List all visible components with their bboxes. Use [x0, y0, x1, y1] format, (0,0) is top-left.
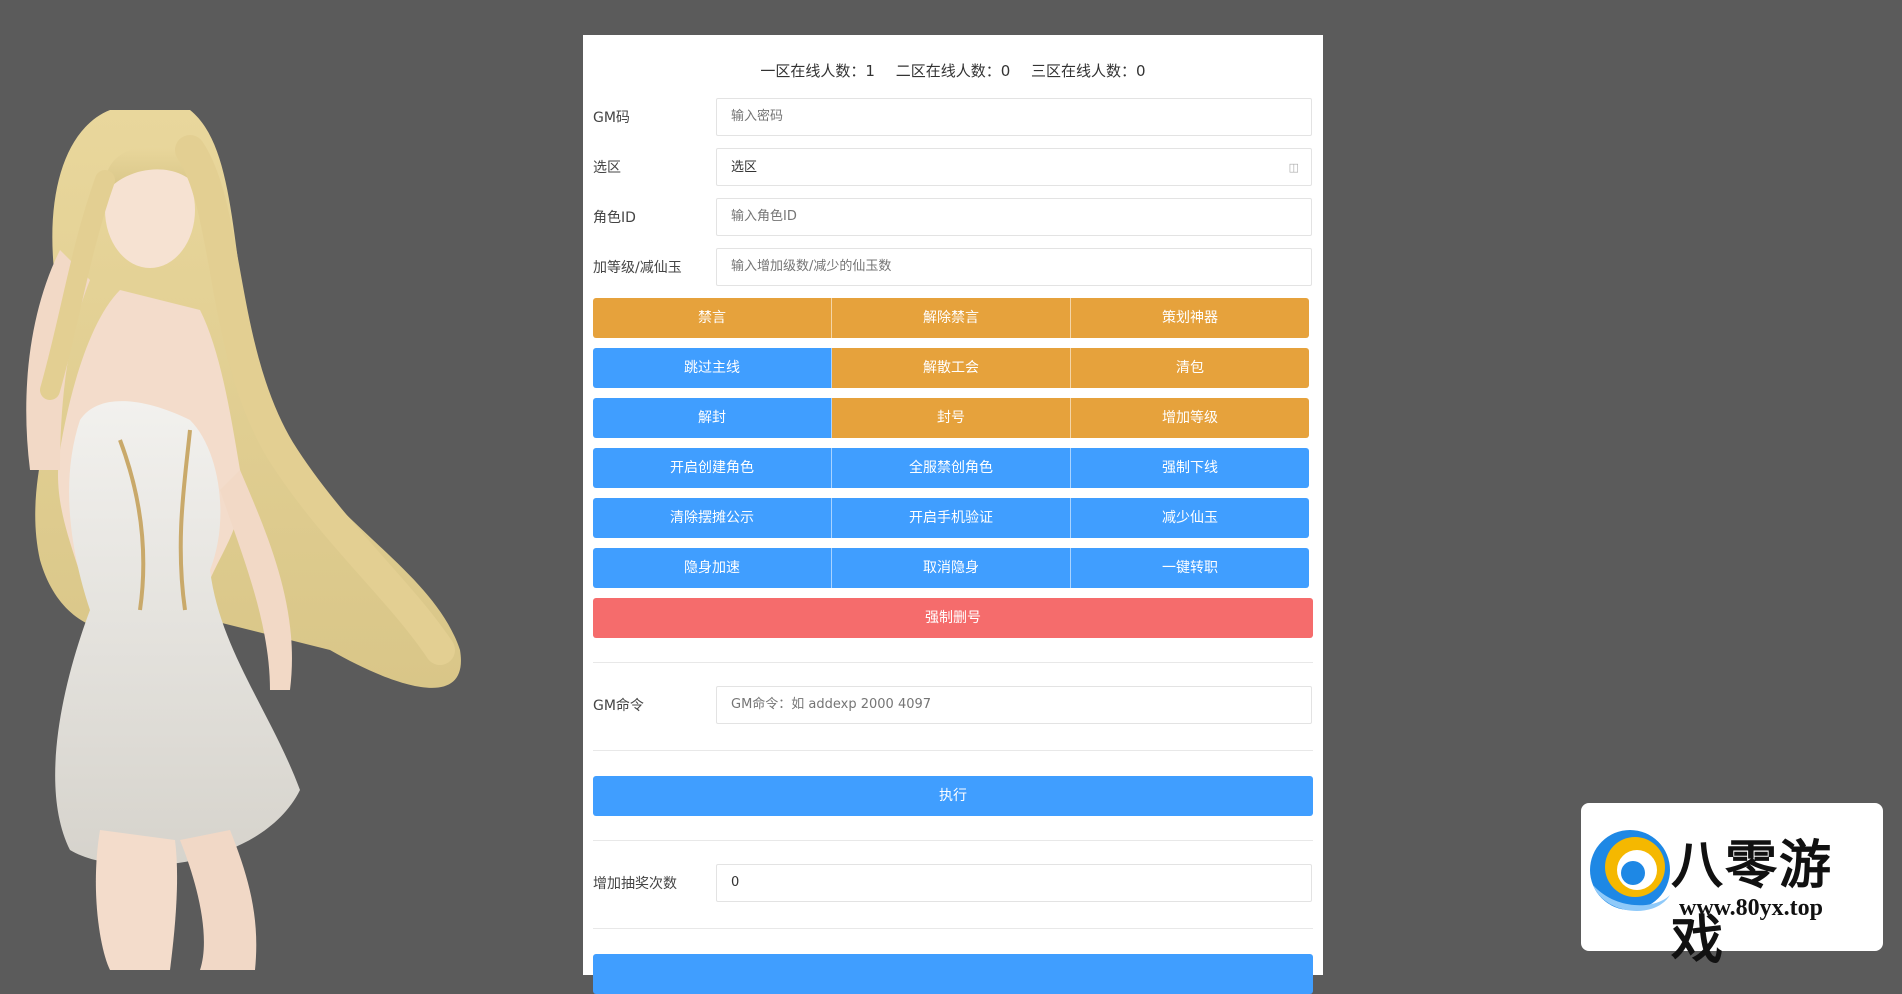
- level-input[interactable]: [716, 248, 1312, 286]
- swirl-logo-icon: [1590, 830, 1670, 912]
- lottery-row: 增加抽奖次数: [593, 864, 1313, 904]
- action-button[interactable]: 解封: [593, 398, 832, 438]
- button-row: 开启创建角色 全服禁创角色 强制下线: [593, 448, 1309, 488]
- lottery-input[interactable]: [716, 864, 1312, 902]
- action-button[interactable]: 封号: [832, 398, 1071, 438]
- zone1-online: 一区在线人数：1: [760, 62, 875, 80]
- action-button[interactable]: 强制下线: [1071, 448, 1309, 488]
- action-button[interactable]: 解除禁言: [832, 298, 1071, 338]
- action-button[interactable]: 解散工会: [832, 348, 1071, 388]
- zone3-online: 三区在线人数：0: [1031, 62, 1146, 80]
- logo-url: www.80yx.top: [1679, 895, 1824, 921]
- gm-code-row: GM码: [593, 98, 1313, 138]
- gm-command-row: GM命令: [593, 686, 1313, 726]
- action-button[interactable]: 清除摆摊公示: [593, 498, 832, 538]
- gm-code-label: GM码: [593, 110, 630, 126]
- level-label: 加等级/减仙玉: [593, 260, 682, 276]
- button-row: 禁言 解除禁言 策划神器: [593, 298, 1309, 338]
- gm-command-input[interactable]: [716, 686, 1312, 724]
- site-logo: 八零游戏 www.80yx.top: [1581, 803, 1883, 971]
- execute-button[interactable]: 执行: [593, 776, 1313, 816]
- action-button[interactable]: 一键转职: [1071, 548, 1309, 588]
- action-button[interactable]: 减少仙玉: [1071, 498, 1309, 538]
- role-id-row: 角色ID: [593, 198, 1313, 238]
- action-button[interactable]: 取消隐身: [832, 548, 1071, 588]
- level-row: 加等级/减仙玉: [593, 248, 1313, 288]
- action-button[interactable]: 策划神器: [1071, 298, 1309, 338]
- action-button[interactable]: 增加等级: [1071, 398, 1309, 438]
- action-button[interactable]: 开启创建角色: [593, 448, 832, 488]
- button-row: 跳过主线 解散工会 清包: [593, 348, 1309, 388]
- divider: [593, 662, 1313, 663]
- zone-label: 选区: [593, 160, 621, 176]
- zone-row: 选区 选区 ◫: [593, 148, 1313, 188]
- lottery-label: 增加抽奖次数: [593, 876, 677, 892]
- gm-command-label: GM命令: [593, 698, 644, 714]
- gm-panel: 一区在线人数：1 二区在线人数：0 三区在线人数：0 GM码 选区 选区 ◫ 角…: [583, 35, 1323, 994]
- action-button[interactable]: 开启手机验证: [832, 498, 1071, 538]
- role-id-label: 角色ID: [593, 210, 636, 226]
- action-button[interactable]: 清包: [1071, 348, 1309, 388]
- divider: [593, 750, 1313, 751]
- action-button[interactable]: 跳过主线: [593, 348, 832, 388]
- zone-select-value: 选区: [731, 160, 758, 175]
- zone-select[interactable]: 选区 ◫: [716, 148, 1312, 186]
- gm-code-input[interactable]: [716, 98, 1312, 136]
- zone2-online: 二区在线人数：0: [895, 62, 1011, 80]
- online-status: 一区在线人数：1 二区在线人数：0 三区在线人数：0: [583, 60, 1323, 81]
- divider: [593, 928, 1313, 929]
- character-illustration: [26, 110, 461, 970]
- button-row: 解封 封号 增加等级: [593, 398, 1309, 438]
- button-row: 隐身加速 取消隐身 一键转职: [593, 548, 1309, 588]
- button-row: 清除摆摊公示 开启手机验证 减少仙玉: [593, 498, 1309, 538]
- divider: [593, 840, 1313, 841]
- chevron-down-icon: ◫: [1288, 161, 1299, 174]
- role-id-input[interactable]: [716, 198, 1312, 236]
- submit-button-partial[interactable]: [593, 954, 1313, 994]
- force-delete-button[interactable]: 强制删号: [593, 598, 1313, 638]
- action-button[interactable]: 隐身加速: [593, 548, 832, 588]
- action-button[interactable]: 全服禁创角色: [832, 448, 1071, 488]
- action-button[interactable]: 禁言: [593, 298, 832, 338]
